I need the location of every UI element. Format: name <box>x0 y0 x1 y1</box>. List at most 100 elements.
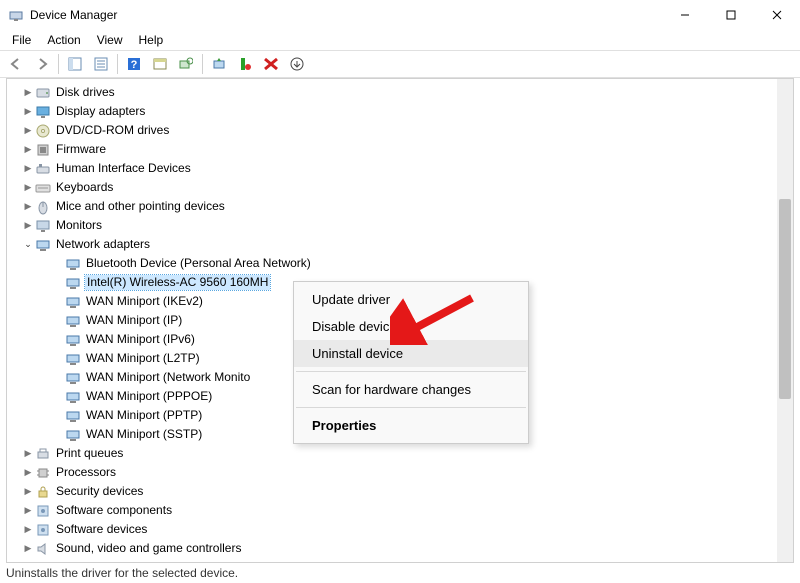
category-label: Software components <box>55 503 172 517</box>
network-icon <box>65 351 81 367</box>
firmware-icon <box>35 142 51 158</box>
toolbar-separator <box>202 54 203 74</box>
menu-view[interactable]: View <box>89 31 131 49</box>
device-label: Bluetooth Device (Personal Area Network) <box>85 256 311 270</box>
category-keyboards[interactable]: ▶ Keyboards <box>7 178 793 197</box>
category-software-devices[interactable]: ▶ Software devices <box>7 520 793 539</box>
category-label: Sound, video and game controllers <box>55 541 241 555</box>
status-text: Uninstalls the driver for the selected d… <box>6 566 238 580</box>
show-hide-console-button[interactable] <box>63 53 87 75</box>
device-label: WAN Miniport (IKEv2) <box>85 294 203 308</box>
chevron-right-icon[interactable]: ▶ <box>21 201 35 212</box>
device-label: WAN Miniport (SSTP) <box>85 427 202 441</box>
display-icon <box>35 104 51 120</box>
titlebar: Device Manager <box>0 0 800 30</box>
properties-button[interactable] <box>89 53 113 75</box>
category-label: Monitors <box>55 218 102 232</box>
category-dvd-cdrom[interactable]: ▶ DVD/CD-ROM drives <box>7 121 793 140</box>
category-firmware[interactable]: ▶ Firmware <box>7 140 793 159</box>
network-icon <box>65 332 81 348</box>
network-icon <box>65 370 81 386</box>
svg-text:?: ? <box>131 59 138 71</box>
category-label: Software devices <box>55 522 147 536</box>
window-controls <box>662 0 800 30</box>
action-button[interactable] <box>148 53 172 75</box>
keyboard-icon <box>35 180 51 196</box>
ctx-update-driver[interactable]: Update driver <box>294 286 528 313</box>
ctx-scan-hardware[interactable]: Scan for hardware changes <box>294 376 528 403</box>
category-network-adapters[interactable]: ⌄ Network adapters <box>7 235 793 254</box>
chevron-right-icon[interactable]: ▶ <box>21 87 35 98</box>
chevron-right-icon[interactable]: ▶ <box>21 524 35 535</box>
more-button[interactable] <box>285 53 309 75</box>
chevron-right-icon[interactable]: ▶ <box>21 486 35 497</box>
category-hid[interactable]: ▶ Human Interface Devices <box>7 159 793 178</box>
category-software-components[interactable]: ▶ Software components <box>7 501 793 520</box>
category-label: Disk drives <box>55 85 115 99</box>
back-button[interactable] <box>4 53 28 75</box>
close-button[interactable] <box>754 0 800 30</box>
device-bluetooth-pan[interactable]: Bluetooth Device (Personal Area Network) <box>7 254 793 273</box>
chevron-down-icon[interactable]: ⌄ <box>21 239 35 250</box>
minimize-button[interactable] <box>662 0 708 30</box>
scrollbar-thumb[interactable] <box>779 199 791 399</box>
menu-file[interactable]: File <box>4 31 39 49</box>
network-icon <box>65 275 81 291</box>
sound-icon <box>35 541 51 557</box>
software-icon <box>35 522 51 538</box>
category-disk-drives[interactable]: ▶ Disk drives <box>7 83 793 102</box>
chevron-right-icon[interactable]: ▶ <box>21 543 35 554</box>
menu-help[interactable]: Help <box>131 31 172 49</box>
category-mice[interactable]: ▶ Mice and other pointing devices <box>7 197 793 216</box>
device-label: WAN Miniport (IP) <box>85 313 182 327</box>
category-label: Network adapters <box>55 237 150 251</box>
category-processors[interactable]: ▶ Processors <box>7 463 793 482</box>
device-label: WAN Miniport (PPTP) <box>85 408 202 422</box>
chevron-right-icon[interactable]: ▶ <box>21 467 35 478</box>
uninstall-device-button[interactable] <box>233 53 257 75</box>
scan-hardware-button[interactable] <box>174 53 198 75</box>
ctx-uninstall-device[interactable]: Uninstall device <box>294 340 528 367</box>
app-icon <box>8 7 24 23</box>
menu-action[interactable]: Action <box>39 31 88 49</box>
category-label: DVD/CD-ROM drives <box>55 123 169 137</box>
chevron-right-icon[interactable]: ▶ <box>21 106 35 117</box>
category-label: Human Interface Devices <box>55 161 191 175</box>
network-icon <box>65 294 81 310</box>
category-display-adapters[interactable]: ▶ Display adapters <box>7 102 793 121</box>
toolbar: ? <box>0 50 800 78</box>
software-icon <box>35 503 51 519</box>
hid-icon <box>35 161 51 177</box>
cpu-icon <box>35 465 51 481</box>
chevron-right-icon[interactable]: ▶ <box>21 182 35 193</box>
vertical-scrollbar[interactable] <box>777 79 793 562</box>
category-label: Display adapters <box>55 104 145 118</box>
forward-button[interactable] <box>30 53 54 75</box>
chevron-right-icon[interactable]: ▶ <box>21 144 35 155</box>
network-icon <box>65 256 81 272</box>
chevron-right-icon[interactable]: ▶ <box>21 505 35 516</box>
update-driver-button[interactable] <box>207 53 231 75</box>
category-security-devices[interactable]: ▶ Security devices <box>7 482 793 501</box>
category-label: Firmware <box>55 142 106 156</box>
category-label: Print queues <box>55 446 123 460</box>
chevron-right-icon[interactable]: ▶ <box>21 163 35 174</box>
maximize-button[interactable] <box>708 0 754 30</box>
category-label: Mice and other pointing devices <box>55 199 225 213</box>
network-icon <box>65 427 81 443</box>
ctx-properties[interactable]: Properties <box>294 412 528 439</box>
category-sound-video-game[interactable]: ▶ Sound, video and game controllers <box>7 539 793 558</box>
category-print-queues[interactable]: ▶ Print queues <box>7 444 793 463</box>
chevron-right-icon[interactable]: ▶ <box>21 220 35 231</box>
disable-device-button[interactable] <box>259 53 283 75</box>
chevron-right-icon[interactable]: ▶ <box>21 125 35 136</box>
toolbar-separator <box>58 54 59 74</box>
help-button[interactable]: ? <box>122 53 146 75</box>
category-monitors[interactable]: ▶ Monitors <box>7 216 793 235</box>
device-label: Intel(R) Wireless-AC 9560 160MH <box>85 275 270 289</box>
cdrom-icon <box>35 123 51 139</box>
chevron-right-icon[interactable]: ▶ <box>21 448 35 459</box>
window-title: Device Manager <box>30 8 662 22</box>
ctx-disable-device[interactable]: Disable device <box>294 313 528 340</box>
network-icon <box>65 389 81 405</box>
